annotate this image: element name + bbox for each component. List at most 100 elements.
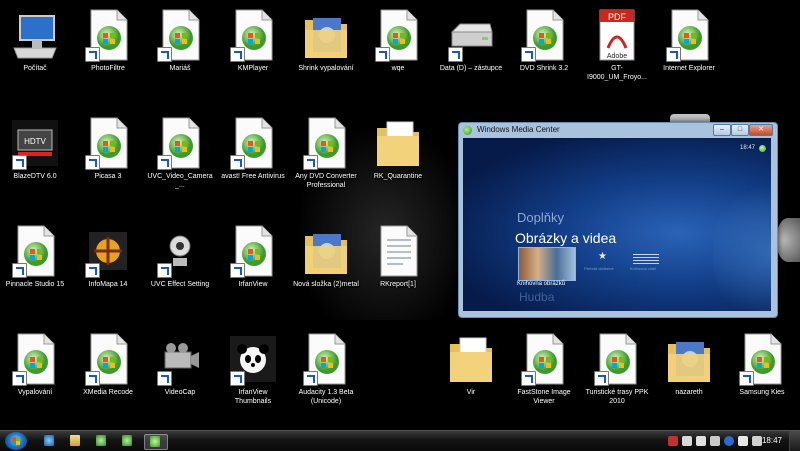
show-desktop-button[interactable] [789,431,800,451]
desktop-icon-pocitac[interactable]: Počítač [0,4,70,100]
webcam-icon [155,224,205,278]
wmc-menu-pictures-videos[interactable]: Obrázky a videa [515,230,616,246]
desktop-icon-label: Picasa 3 [94,173,122,180]
taskbar-media-player[interactable] [92,434,110,448]
shortcut-arrow-icon [521,371,536,386]
desktop-icon-data-d-zastupce[interactable]: Data (D) – zástupce [436,4,506,100]
taskbar-notepad[interactable] [118,434,136,448]
desktop-icon-shrink-vypalovani[interactable]: Shrink vypalování [291,4,361,100]
tray-network-icon[interactable] [710,436,720,446]
wmc-menu-music[interactable]: Hudba [519,290,554,304]
installer-icon [83,332,133,386]
taskbar-internet-explorer[interactable] [40,434,58,448]
wmc-glow [713,168,771,311]
desktop-icon-picasa[interactable]: Picasa 3 [73,112,143,208]
desktop-icon-kmplayer[interactable]: KMPlayer [218,4,288,100]
desktop-icon-infomapa[interactable]: InfoMapa 14 [73,220,143,316]
desktop-icon-irfanview-thumbnails[interactable]: IrfanView Thumbnails [218,328,288,424]
shortcut-arrow-icon [85,155,100,170]
desktop-icon-avast[interactable]: avast! Free Antivirus [218,112,288,208]
desktop-icon-label: RKreport[1] [380,281,416,288]
windows-media-center-window[interactable]: Windows Media Center – □ ✕ 18:47 Doplňky… [458,122,778,318]
tray-flag-icon[interactable] [682,436,692,446]
desktop-icon-blazedtv[interactable]: HDTV BlazeDTV 6.0 [0,112,70,208]
video-library-icon[interactable] [633,254,659,264]
desktop-icon-nova-slozka[interactable]: Nová složka (2)metal [291,220,361,316]
installer-icon [301,116,351,170]
shortcut-arrow-icon [12,371,27,386]
desktop-icon-label: avast! Free Antivirus [221,173,285,180]
window-edge-peek-right [776,218,800,262]
minimize-button[interactable]: – [713,124,731,136]
shortcut-arrow-icon [85,47,100,62]
desktop-icon-label: Data (D) – zástupce [439,65,503,72]
desktop-icon-samsung-kies[interactable]: Samsung Kies [727,328,797,424]
shortcut-arrow-icon [85,263,100,278]
wmc-start-orb-icon[interactable] [759,145,766,152]
desktop-icon-uvc-video-camera[interactable]: UVC_Video_Camera_... [145,112,215,208]
desktop-icon-any-dvd-converter[interactable]: Any DVD Converter Professional [291,112,361,208]
computer-icon [10,8,60,62]
desktop-icon-videocap[interactable]: VideoCap [145,328,215,424]
desktop-icon-nazareth[interactable]: nazareth [654,328,724,424]
tray-volume-icon[interactable] [752,436,762,446]
installer-icon [519,332,569,386]
drive-icon [446,8,496,62]
start-button[interactable] [5,432,27,450]
desktop-icon-photofiltre[interactable]: PhotoFiltre [73,4,143,100]
desktop-icon-gt-i9000-pdf[interactable]: PDF Adobe GT-I9000_UM_Froyo... [582,4,652,100]
wmc-titlebar[interactable]: Windows Media Center – □ ✕ [459,123,777,137]
desktop-icon-vir[interactable]: Vir [436,328,506,424]
desktop-icon-xmedia-recode[interactable]: XMedia Recode [73,328,143,424]
installer-icon [664,8,714,62]
tray-c-icon[interactable] [724,436,734,446]
desktop-icon-dvd-shrink[interactable]: DVD Shrink 3.2 [509,4,579,100]
desktop-icon-rk-quarantine[interactable]: RK_Quarantine [363,112,433,208]
wmc-content[interactable]: 18:47 Doplňky Obrázky a videa Knihovna o… [463,138,771,311]
shortcut-arrow-icon [594,371,609,386]
installer-icon [373,8,423,62]
desktop-icon-faststone[interactable]: FastStone Image Viewer [509,328,579,424]
desktop-icon-rkreport[interactable]: RKreport[1] [363,220,433,316]
wmc-picture-library-tile[interactable] [518,247,576,281]
desktop-icon-uvc-effect[interactable]: UVC Effect Setting [145,220,215,316]
desktop-icon-label: InfoMapa 14 [88,281,128,288]
shortcut-arrow-icon [157,155,172,170]
tray-display-icon[interactable] [738,436,748,446]
desktop: Počítač PhotoFiltre Mariáš KMPlayer Shrink v… [0,0,800,430]
shortcut-arrow-icon [521,47,536,62]
infomapa-icon [83,224,133,278]
desktop-icon-pinnacle[interactable]: Pinnacle Studio 15 [0,220,70,316]
installer-icon [228,116,278,170]
shortcut-arrow-icon [157,263,172,278]
desktop-icon-label: UVC_Video_Camera_... [147,173,213,189]
desktop-icon-label: IrfanView Thumbnails [234,389,272,405]
wmc-window-title: Windows Media Center [477,125,560,134]
desktop-icon-label: Počítač [23,65,47,72]
desktop-icon-wqe[interactable]: wqe [363,4,433,100]
desktop-icon-label: Internet Explorer [663,65,715,72]
svg-text:HDTV: HDTV [24,137,46,146]
shortcut-arrow-icon [230,155,245,170]
shortcut-arrow-icon [12,155,27,170]
shortcut-arrow-icon [230,371,245,386]
desktop-icon-vypalovani[interactable]: Vypalování [0,328,70,424]
desktop-icon-marias[interactable]: Mariáš [145,4,215,100]
star-icon[interactable]: ★ [598,251,607,262]
taskbar-clock[interactable]: 18:47 [762,436,782,445]
installer-icon [10,224,60,278]
wmc-menu-extras[interactable]: Doplňky [517,210,564,225]
taskbar-media-center[interactable] [144,434,168,450]
taskbar-explorer[interactable] [66,434,84,448]
desktop-icon-label: KMPlayer [237,65,269,72]
desktop-icon-irfanview[interactable]: IrfanView [218,220,288,316]
desktop-icon-internet-explorer[interactable]: Internet Explorer [654,4,724,100]
tray-device-icon[interactable] [696,436,706,446]
close-button[interactable]: ✕ [749,124,773,136]
desktop-icon-audacity[interactable]: Audacity 1.3 Beta (Unicode) [291,328,361,424]
desktop-icon-turisticke-trasy[interactable]: Turistické trasy PPK 2010 [582,328,652,424]
maximize-button[interactable]: □ [731,124,749,136]
tray-security-icon[interactable] [668,436,678,446]
svg-text:Adobe: Adobe [607,53,627,60]
desktop-icon-label: Nová složka (2)metal [293,281,359,288]
